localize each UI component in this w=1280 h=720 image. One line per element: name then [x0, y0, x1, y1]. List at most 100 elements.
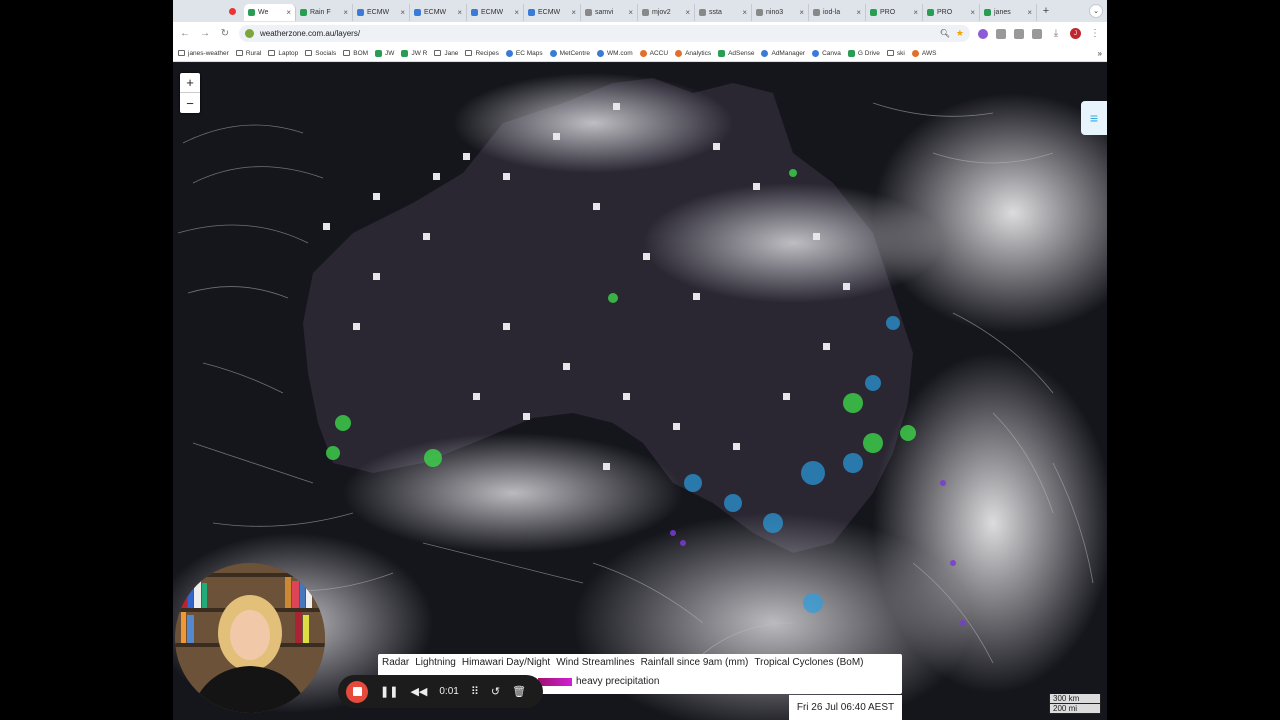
bookmark-item[interactable]: Socials [305, 50, 336, 57]
tab-item[interactable]: mjov2 × [638, 4, 695, 21]
layer-radar[interactable]: Radar [382, 657, 409, 668]
tab-item[interactable]: ECMW × [467, 4, 524, 21]
tab-close-icon[interactable]: × [742, 8, 747, 17]
url-text[interactable]: weatherzone.com.au/layers/ [260, 29, 360, 38]
bookmark-item[interactable]: G Drive [847, 49, 880, 57]
extensions-puzzle-icon[interactable] [1014, 28, 1024, 39]
bookmark-item[interactable]: AWS [911, 49, 936, 57]
grid-icon[interactable]: ⠿ [471, 685, 479, 698]
tab-item[interactable]: Rain F × [296, 4, 353, 21]
back-icon[interactable]: ← [179, 28, 191, 39]
tab-weatherzone[interactable]: We × [244, 4, 296, 21]
bookmark-item[interactable]: JW [375, 49, 394, 57]
download-icon[interactable]: ⤓ [1050, 28, 1062, 39]
bookmarks-bar: janes-weather Rural Laptop Socials BOM J… [173, 45, 1107, 62]
extension-icon[interactable] [996, 28, 1006, 39]
reading-list-icon[interactable] [1032, 28, 1042, 39]
bookmark-item[interactable]: BOM [343, 50, 368, 57]
stop-recording-button[interactable] [346, 680, 368, 703]
bookmark-favicon-icon [639, 49, 647, 57]
zoom-out-button[interactable]: − [180, 93, 200, 113]
bookmark-item[interactable]: MetCentre [549, 49, 590, 57]
bookmark-item[interactable]: Laptop [268, 50, 298, 57]
bookmark-item[interactable]: WM.com [597, 49, 633, 57]
layer-himawari[interactable]: Himawari Day/Night [462, 657, 550, 668]
tab-close-icon[interactable]: × [913, 8, 918, 17]
bookmark-item[interactable]: AdManager [761, 49, 805, 57]
address-bar[interactable]: weatherzone.com.au/layers/ 🔍︎ ★ [239, 25, 970, 42]
cloud-band [453, 73, 733, 173]
tab-close-icon[interactable]: × [343, 8, 348, 17]
bookmark-item[interactable]: AdSense [718, 49, 754, 57]
tab-item[interactable]: ECMW × [410, 4, 467, 21]
legend-label: heavy precipitation [576, 676, 660, 687]
bookmarks-overflow-icon[interactable]: » [1098, 49, 1102, 58]
tab-close-icon[interactable]: × [286, 8, 291, 17]
layer-lightning[interactable]: Lightning [415, 657, 456, 668]
tab-favicon-icon [870, 9, 877, 16]
tab-item[interactable]: ECMW × [353, 4, 410, 21]
tab-favicon-icon [642, 9, 649, 16]
tab-close-icon[interactable]: × [685, 8, 690, 17]
browser-menu-icon[interactable]: ⋮ [1089, 28, 1101, 39]
tab-favicon-icon [927, 9, 934, 16]
zoom-in-button[interactable]: + [180, 73, 200, 93]
tab-close-icon[interactable]: × [970, 8, 975, 17]
zoom-magnifier-icon[interactable]: 🔍︎ [940, 29, 950, 38]
tab-close-icon[interactable]: × [514, 8, 519, 17]
tab-item[interactable]: PRO × [866, 4, 923, 21]
drive-icon [847, 49, 855, 57]
tab-favicon-icon [984, 9, 991, 16]
bookmark-favicon-icon [505, 49, 513, 57]
bookmark-item[interactable]: Canva [812, 49, 841, 57]
rewind-button[interactable]: ◀◀ [410, 685, 427, 698]
layer-wind-streamlines[interactable]: Wind Streamlines [556, 657, 634, 668]
bookmark-item[interactable]: Analytics [675, 49, 711, 57]
tab-close-icon[interactable]: × [628, 8, 633, 17]
layers-menu-button[interactable]: ≡ [1081, 101, 1107, 135]
bookmark-item[interactable]: ACCU [639, 49, 668, 57]
tab-close-icon[interactable]: × [1027, 8, 1032, 17]
tab-close-icon[interactable]: × [400, 8, 405, 17]
restart-icon[interactable]: ↺ [491, 685, 500, 698]
layer-rainfall[interactable]: Rainfall since 9am (mm) [641, 657, 749, 668]
bookmark-item[interactable]: JW R [401, 49, 427, 57]
bookmark-item[interactable]: EC Maps [505, 49, 543, 57]
tab-item[interactable]: ssta × [695, 4, 752, 21]
hamburger-menu-icon: ≡ [1089, 110, 1099, 126]
presenter-video-feed [175, 563, 325, 713]
tab-item[interactable]: ECMW × [524, 4, 581, 21]
browser-toolbar: ← → ↻ weatherzone.com.au/layers/ 🔍︎ ★ ⤓ … [173, 22, 1107, 45]
site-info-icon[interactable] [245, 29, 254, 38]
tab-item[interactable]: samvi × [581, 4, 638, 21]
bookmark-favicon-icon [549, 49, 557, 57]
cloud-band [343, 433, 683, 553]
extension-icon[interactable] [978, 28, 988, 39]
tab-item[interactable]: janes × [980, 4, 1037, 21]
new-tab-button[interactable]: + [1037, 5, 1055, 17]
tab-close-icon[interactable]: × [571, 8, 576, 17]
tab-item[interactable]: iod-la × [809, 4, 866, 21]
tab-close-icon[interactable]: × [799, 8, 804, 17]
tab-search-button[interactable]: ⌄ [1089, 4, 1103, 18]
bookmark-item[interactable]: Rural [235, 50, 261, 57]
reload-icon[interactable]: ↻ [219, 28, 231, 39]
tab-favicon-icon [528, 9, 535, 16]
profile-avatar[interactable]: J [1070, 28, 1081, 39]
bookmark-item[interactable]: Jane [434, 50, 458, 57]
pause-button[interactable]: ❚❚ [380, 685, 398, 698]
tab-item[interactable]: PRO × [923, 4, 980, 21]
bookmark-item[interactable]: ski [886, 50, 905, 57]
folder-icon [235, 50, 243, 56]
tab-close-icon[interactable]: × [856, 8, 861, 17]
bookmark-item[interactable]: Recipes [465, 50, 499, 57]
bookmark-item[interactable]: janes-weather [178, 50, 229, 57]
forward-icon[interactable]: → [199, 28, 211, 39]
tab-close-icon[interactable]: × [457, 8, 462, 17]
scale-km: 300 km [1049, 694, 1101, 704]
bookmark-star-icon[interactable]: ★ [956, 28, 964, 39]
delete-icon[interactable]: 🗑︎ [512, 685, 526, 698]
recording-time: 0:01 [439, 686, 459, 697]
layer-tropical-cyclones[interactable]: Tropical Cyclones (BoM) [754, 657, 863, 668]
tab-item[interactable]: nino3 × [752, 4, 809, 21]
